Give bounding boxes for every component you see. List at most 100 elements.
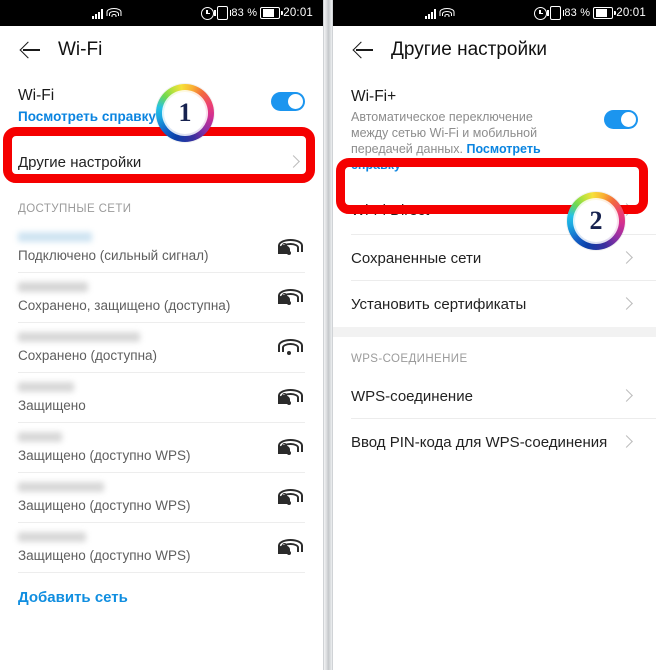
alarm-icon bbox=[201, 6, 215, 20]
two-phone-comparison: 83 % 20:01 Wi-Fi Wi-Fi Посмотреть справк… bbox=[0, 0, 656, 670]
battery-percent: 83 % bbox=[564, 7, 591, 19]
lock-icon bbox=[278, 443, 291, 454]
network-list-item[interactable]: Защищено (доступно WPS) bbox=[0, 423, 323, 473]
network-info: Подключено (сильный сигнал) bbox=[18, 232, 209, 264]
app-bar-left: Wi-Fi bbox=[0, 26, 324, 74]
wifi-plus-row[interactable]: Wi-Fi+ Автоматическое переключение между… bbox=[333, 74, 656, 185]
lock-icon bbox=[278, 293, 291, 304]
wifi-signal-icon bbox=[277, 338, 304, 358]
network-ssid-redacted bbox=[18, 432, 62, 442]
wifi-plus-description: Автоматическое переключение между сетью … bbox=[351, 109, 573, 173]
network-info: Защищено (доступно WPS) bbox=[18, 482, 190, 514]
network-status: Сохранено, защищено (доступна) bbox=[18, 298, 231, 313]
other-settings-label: Другие настройки bbox=[18, 153, 142, 171]
status-clock: 20:01 bbox=[283, 7, 314, 19]
alarm-icon bbox=[534, 6, 548, 20]
step-badge-2-number: 2 bbox=[589, 206, 603, 235]
status-bar-left-icons-2 bbox=[424, 7, 455, 19]
battery-icon bbox=[260, 7, 283, 19]
battery-percent: 83 % bbox=[231, 7, 258, 19]
network-status: Защищено (доступно WPS) bbox=[18, 498, 191, 513]
right-phone-screen: 83 % 20:01 Другие настройки Wi-Fi+ Автом… bbox=[331, 0, 656, 670]
wifi-master-label: Wi-Fi bbox=[18, 87, 55, 104]
status-bar-right-icons: 83 % 20:01 bbox=[201, 0, 313, 26]
status-bar-left-icons bbox=[92, 7, 122, 19]
wifi-signal-locked-icon bbox=[277, 288, 304, 308]
signal-bars-icon bbox=[424, 8, 436, 19]
wifi-icon bbox=[439, 7, 455, 19]
available-networks-list: Подключено (сильный сигнал) Сохранено, за… bbox=[0, 223, 323, 573]
wifi-plus-label: Wi-Fi+ bbox=[350, 88, 397, 105]
page-title: Wi-Fi bbox=[58, 39, 103, 60]
available-networks-header: ДОСТУПНЫЕ СЕТИ bbox=[18, 203, 132, 215]
step-badge-1: 1 bbox=[156, 84, 214, 142]
wifi-signal-locked-icon bbox=[277, 438, 304, 458]
wps-pin-row[interactable]: Ввод PIN-кода для WPS-соединения bbox=[332, 419, 656, 465]
wifi-master-labels: Wi-Fi Посмотреть справку bbox=[18, 86, 156, 127]
signal-bars-icon bbox=[92, 8, 103, 19]
wps-connection-row[interactable]: WPS-соединение bbox=[332, 373, 656, 419]
back-arrow-icon[interactable] bbox=[351, 37, 377, 63]
lock-icon bbox=[278, 393, 291, 404]
network-status: Защищено (доступно WPS) bbox=[18, 448, 191, 463]
network-list-item[interactable]: Сохранено (доступна) bbox=[0, 323, 323, 373]
wifi-signal-locked-icon bbox=[277, 238, 304, 258]
network-list-item[interactable]: Подключено (сильный сигнал) bbox=[0, 223, 323, 273]
add-network-button[interactable]: Добавить сеть bbox=[0, 573, 323, 622]
network-status: Защищено (доступно WPS) bbox=[18, 548, 191, 563]
chevron-right-icon bbox=[620, 389, 634, 403]
chevron-right-icon bbox=[620, 297, 634, 311]
network-list-item[interactable]: Защищено bbox=[0, 373, 323, 423]
wps-pin-label: Ввод PIN-кода для WPS-соединения bbox=[350, 433, 608, 451]
wifi-plus-toggle-switch[interactable] bbox=[604, 110, 638, 129]
status-bar-right: 83 % 20:01 bbox=[332, 0, 656, 26]
network-ssid-redacted bbox=[18, 382, 74, 392]
network-info: Сохранено (доступна) bbox=[18, 332, 157, 364]
wps-section-header: WPS-СОЕДИНЕНИЕ bbox=[350, 353, 468, 365]
status-bar-right-icons-2: 83 % 20:01 bbox=[534, 0, 646, 26]
lock-icon bbox=[278, 243, 291, 254]
network-ssid-redacted bbox=[18, 332, 140, 342]
install-certificates-label: Установить сертификаты bbox=[350, 295, 527, 313]
step-badge-2: 2 bbox=[567, 192, 625, 250]
battery-icon bbox=[593, 7, 616, 19]
wifi-help-link[interactable]: Посмотреть справку bbox=[18, 107, 156, 127]
network-list-item[interactable]: Защищено (доступно WPS) bbox=[0, 473, 323, 523]
vibrate-icon bbox=[214, 6, 232, 20]
network-ssid-redacted bbox=[18, 282, 88, 292]
network-info: Защищено (доступно WPS) bbox=[18, 432, 190, 464]
app-bar-right: Другие настройки bbox=[332, 26, 656, 74]
wifi-signal-locked-icon bbox=[277, 488, 304, 508]
wifi-icon bbox=[106, 7, 122, 19]
wifi-signal-locked-icon bbox=[277, 388, 304, 408]
lock-icon bbox=[278, 543, 291, 554]
lock-icon bbox=[278, 493, 291, 504]
wifi-direct-label: Wi-Fi Direct bbox=[350, 201, 430, 219]
network-ssid-redacted bbox=[18, 232, 92, 242]
network-ssid-redacted bbox=[18, 482, 104, 492]
wifi-signal-locked-icon bbox=[277, 538, 304, 558]
install-certificates-row[interactable]: Установить сертификаты bbox=[332, 281, 656, 327]
other-settings-row[interactable]: Другие настройки bbox=[0, 137, 324, 187]
section-separator bbox=[332, 327, 656, 337]
page-title: Другие настройки bbox=[390, 39, 548, 60]
step-badge-1-number: 1 bbox=[178, 98, 192, 127]
wifi-plus-labels: Wi-Fi+ Автоматическое переключение между… bbox=[351, 86, 573, 173]
status-bar-left: 83 % 20:01 bbox=[0, 0, 324, 26]
vibrate-icon bbox=[547, 6, 565, 20]
network-info: Сохранено, защищено (доступна) bbox=[18, 282, 230, 314]
wifi-toggle-switch[interactable] bbox=[271, 92, 306, 111]
network-status: Сохранено (доступна) bbox=[18, 348, 158, 363]
chevron-right-icon bbox=[620, 435, 634, 449]
status-clock: 20:01 bbox=[616, 7, 646, 19]
network-list-item[interactable]: Сохранено, защищено (доступна) bbox=[0, 273, 323, 323]
back-arrow-icon[interactable] bbox=[18, 37, 44, 63]
network-info: Защищено (доступно WPS) bbox=[18, 532, 190, 564]
network-info: Защищено bbox=[18, 382, 86, 414]
network-list-item[interactable]: Защищено (доступно WPS) bbox=[0, 523, 323, 573]
saved-networks-label: Сохраненные сети bbox=[350, 249, 482, 267]
panel-divider bbox=[324, 0, 332, 670]
network-status: Подключено (сильный сигнал) bbox=[18, 248, 209, 263]
network-ssid-redacted bbox=[18, 532, 86, 542]
chevron-right-icon bbox=[287, 155, 301, 169]
